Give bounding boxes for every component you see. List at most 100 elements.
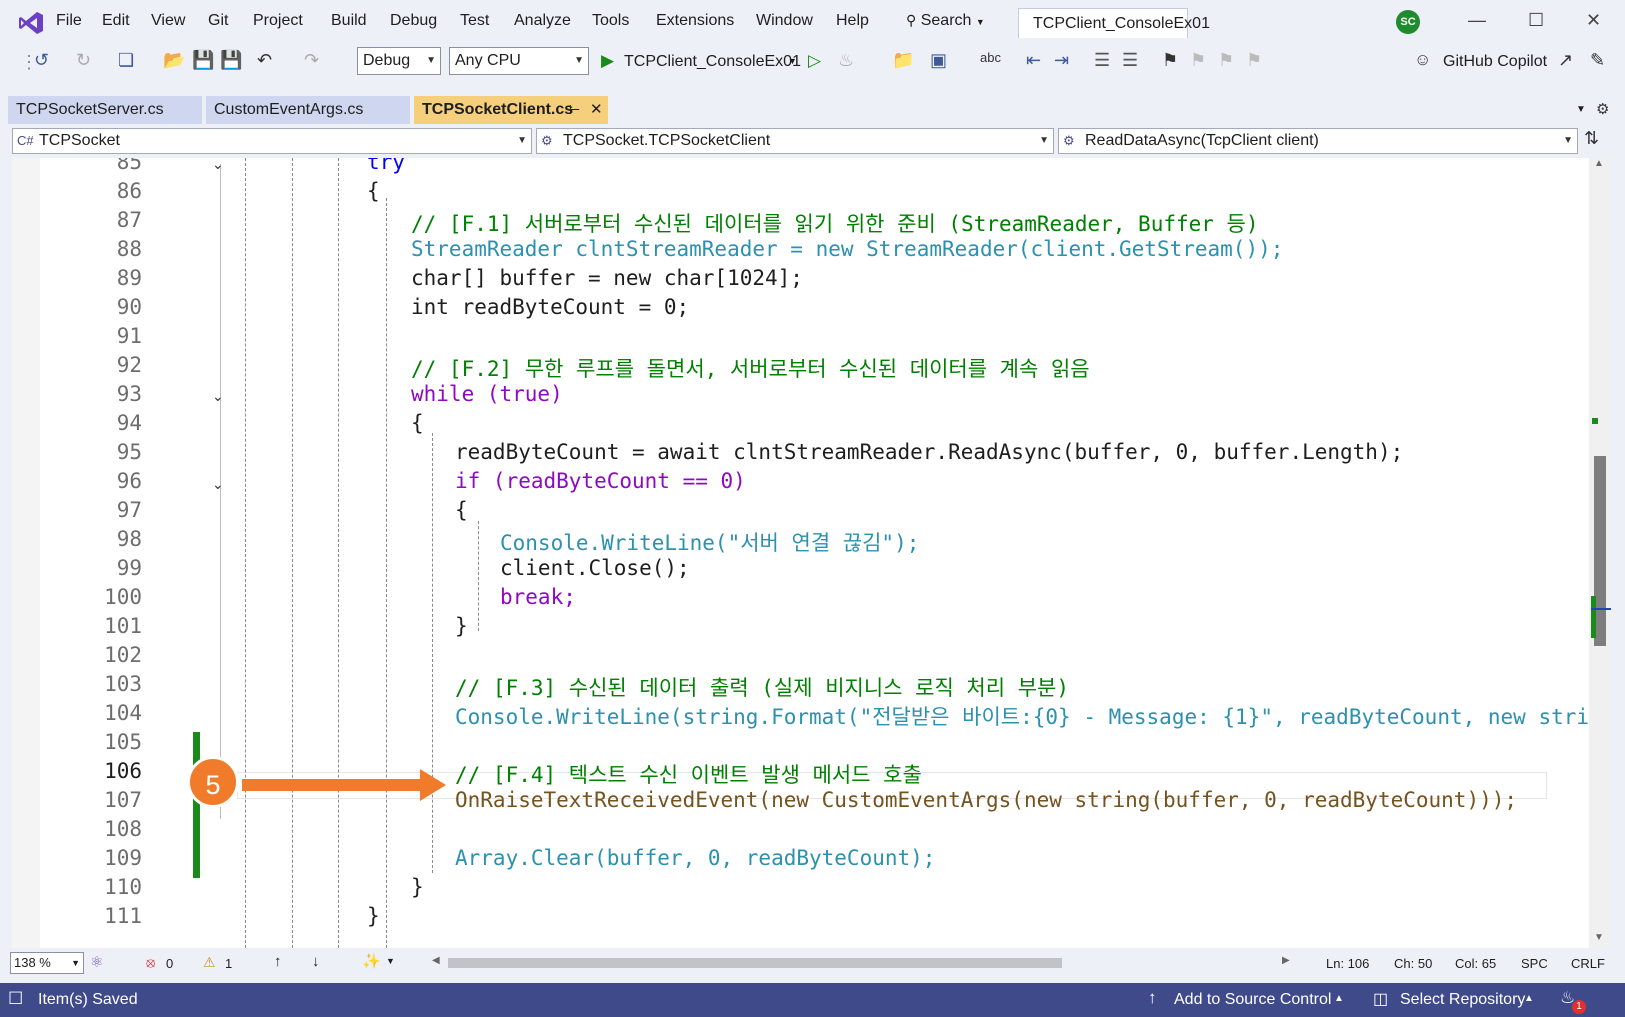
forward-icon[interactable]: ↻ <box>76 50 91 71</box>
code-line[interactable]: // [F.1] 서버로부터 수신된 데이터를 읽기 위한 준비 (Stream… <box>411 208 1259 238</box>
code-line[interactable]: { <box>367 179 380 203</box>
vs-logo-icon[interactable] <box>18 10 44 41</box>
code-editor[interactable]: ⌄ ⌄ ⌄ 85 86 87 88 89 90 91 92 93 94 95 9… <box>12 158 1589 948</box>
code-line[interactable]: readByteCount = await clntStreamReader.R… <box>455 440 1403 464</box>
previous-issue-icon[interactable]: ↑ <box>274 953 282 970</box>
code-line[interactable]: // [F.2] 무한 루프를 돌면서, 서버로부터 수신된 데이터를 계속 읽… <box>411 353 1090 383</box>
code-line[interactable]: int readByteCount = 0; <box>411 295 689 319</box>
code-line[interactable]: break; <box>500 585 576 609</box>
bookmark-icon[interactable]: ⚑ <box>1162 50 1178 71</box>
next-bookmark-icon[interactable]: ⚑ <box>1218 50 1234 71</box>
close-icon[interactable]: ✕ <box>1586 10 1601 31</box>
layout-icon[interactable]: ▣ <box>930 50 947 71</box>
indent-icon[interactable]: ⇤ <box>1026 50 1041 71</box>
select-repository-button[interactable]: Select Repository <box>1400 991 1525 1009</box>
startup-project-button[interactable]: TCPClient_ConsoleEx01 <box>624 53 801 71</box>
copilot-button[interactable]: GitHub Copilot <box>1443 53 1547 71</box>
menu-extensions[interactable]: Extensions <box>656 12 734 30</box>
platform-select[interactable]: Any CPU ▼ <box>449 47 589 75</box>
code-line[interactable]: OnRaiseTextReceivedEvent(new CustomEvent… <box>455 788 1517 812</box>
code-line[interactable]: try <box>367 158 405 174</box>
save-all-icon[interactable]: 💾 <box>220 50 242 71</box>
close-tab-icon[interactable]: ✕ <box>590 96 603 124</box>
menu-git[interactable]: Git <box>208 12 228 30</box>
settings-icon[interactable]: ⚙ <box>1596 100 1609 118</box>
output-icon[interactable]: ☐ <box>8 989 23 1009</box>
tab-customeventargs[interactable]: CustomEventArgs.cs <box>206 96 412 124</box>
minimize-icon[interactable]: — <box>1468 10 1486 31</box>
horizontal-scrollbar-thumb[interactable] <box>448 958 1062 968</box>
code-line[interactable]: client.Close(); <box>500 556 690 580</box>
fold-chevron-icon[interactable]: ⌄ <box>212 476 224 493</box>
share-icon[interactable]: ↗ <box>1558 50 1573 71</box>
spellcheck-icon[interactable]: abc <box>980 50 1001 65</box>
menu-analyze[interactable]: Analyze <box>514 12 571 30</box>
menu-build[interactable]: Build <box>331 12 367 30</box>
intellicode-icon[interactable]: ⚛ <box>90 953 103 971</box>
start-without-debug-icon[interactable]: ▷ <box>808 51 821 71</box>
chevron-down-icon[interactable]: ▼ <box>788 56 797 66</box>
solution-explorer-icon[interactable]: 📁 <box>892 50 914 71</box>
whitespace-indicator[interactable]: SPC <box>1521 956 1548 971</box>
chevron-up-icon[interactable]: ▲ <box>1334 993 1344 1004</box>
split-editor-icon[interactable]: ⇅ <box>1584 128 1599 149</box>
menu-debug[interactable]: Debug <box>390 12 437 30</box>
back-icon[interactable]: ↺ <box>34 50 49 71</box>
scroll-right-icon[interactable]: ▶ <box>1282 955 1290 966</box>
code-line[interactable]: Console.WriteLine(string.Format("전달받은 바이… <box>455 701 1589 731</box>
uncomment-icon[interactable]: ☰ <box>1122 50 1138 71</box>
scroll-left-icon[interactable]: ◀ <box>432 955 440 966</box>
warning-icon[interactable]: ⚠ <box>203 954 216 971</box>
code-line[interactable]: { <box>411 411 424 435</box>
code-line[interactable]: char[] buffer = new char[1024]; <box>411 266 803 290</box>
chevron-down-icon[interactable]: ▼ <box>386 956 395 966</box>
next-issue-icon[interactable]: ↓ <box>312 953 320 970</box>
avatar[interactable]: SC <box>1396 10 1420 34</box>
add-to-source-control-button[interactable]: Add to Source Control <box>1174 991 1331 1009</box>
pin-icon[interactable]: ⊢ <box>569 96 580 124</box>
error-icon[interactable]: ⦻ <box>146 954 155 971</box>
redo-icon[interactable]: ↷ <box>304 50 319 71</box>
member-dropdown[interactable]: ⚙ ReadDataAsync(TcpClient client) ▼ <box>1058 128 1578 154</box>
line-ending-indicator[interactable]: CRLF <box>1571 956 1605 971</box>
start-debug-icon[interactable]: ▶ <box>601 51 614 71</box>
code-line[interactable]: } <box>367 904 380 928</box>
column-indicator[interactable]: Col: 65 <box>1455 956 1496 971</box>
tab-overflow-icon[interactable]: ▼ <box>1576 104 1586 115</box>
type-dropdown[interactable]: ⚙ TCPSocket.TCPSocketClient ▼ <box>536 128 1054 154</box>
copilot-icon[interactable]: ☺ <box>1414 50 1431 70</box>
menu-tools[interactable]: Tools <box>592 12 629 30</box>
comment-icon[interactable]: ☰ <box>1094 50 1110 71</box>
code-line[interactable]: // [F.4] 텍스트 수신 이벤트 발생 메서드 호출 <box>455 759 922 789</box>
hot-reload-icon[interactable]: ♨ <box>838 50 854 71</box>
open-folder-icon[interactable]: 📂 <box>163 50 185 71</box>
code-line[interactable]: if (readByteCount == 0) <box>455 469 746 493</box>
new-item-icon[interactable]: ❏ <box>118 50 134 71</box>
outdent-icon[interactable]: ⇥ <box>1054 50 1069 71</box>
code-line[interactable]: Array.Clear(buffer, 0, readByteCount); <box>455 846 935 870</box>
tab-tcpsocketclient[interactable]: TCPSocketClient.cs ⊢ ✕ <box>414 96 610 124</box>
scroll-down-icon[interactable]: ▼ <box>1594 932 1604 943</box>
menu-help[interactable]: Help <box>836 12 869 30</box>
code-line[interactable]: { <box>455 498 468 522</box>
code-line[interactable]: // [F.3] 수신된 데이터 출력 (실제 비지니스 로직 처리 부분) <box>455 672 1069 702</box>
prev-bookmark-icon[interactable]: ⚑ <box>1190 50 1206 71</box>
menu-edit[interactable]: Edit <box>102 12 130 30</box>
line-indicator[interactable]: Ln: 106 <box>1326 956 1369 971</box>
code-cleanup-icon[interactable]: ✨ <box>362 952 381 970</box>
clear-bookmarks-icon[interactable]: ⚑ <box>1246 50 1262 71</box>
code-line[interactable]: Console.WriteLine("서버 연결 끊김"); <box>500 527 919 557</box>
menu-window[interactable]: Window <box>756 12 813 30</box>
code-line[interactable]: } <box>411 875 424 899</box>
char-indicator[interactable]: Ch: 50 <box>1394 956 1432 971</box>
menu-view[interactable]: View <box>151 12 185 30</box>
code-line[interactable]: } <box>455 614 468 638</box>
search-button[interactable]: ⚲ Search ▼ <box>906 12 985 30</box>
undo-icon[interactable]: ↶ <box>257 50 272 71</box>
project-dropdown[interactable]: C# TCPSocket ▼ <box>12 128 532 154</box>
save-icon[interactable]: 💾 <box>192 50 214 71</box>
chevron-up-icon[interactable]: ▲ <box>1524 993 1534 1004</box>
code-line[interactable]: StreamReader clntStreamReader = new Stre… <box>411 237 1283 261</box>
fold-chevron-icon[interactable]: ⌄ <box>212 158 224 173</box>
maximize-icon[interactable]: ☐ <box>1528 10 1544 31</box>
